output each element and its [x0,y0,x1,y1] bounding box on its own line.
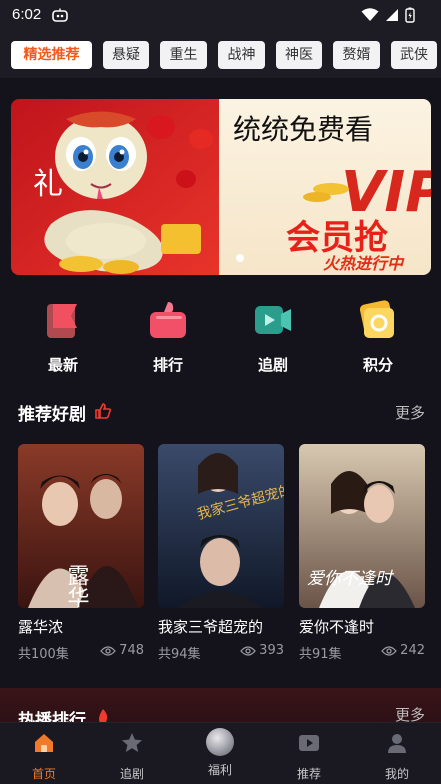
section-title: 推荐好剧 [18,405,86,425]
play-icon [299,735,319,751]
banner-badge: VIP [341,160,431,225]
chip-suspense[interactable]: 悬疑 [103,41,149,69]
tab-label: 追剧 [119,767,144,781]
banner-headline: 统统免费看 [233,113,373,146]
drama-title: 我家三爷超宠的 [158,618,264,636]
drama-title: 爱你不逢时 [299,618,375,636]
eye-icon [240,645,257,656]
promo-banner[interactable]: 礼 统统免费看 VIP 会员抢 火热进行中 [11,99,431,275]
thumbs-up-icon [150,302,186,338]
tab-welfare[interactable]: 福利 [190,728,250,778]
bottom-tab-bar: 首页 追剧 福利 推荐 我的 [0,722,441,784]
tab-home[interactable]: 首页 [14,731,74,782]
view-count: 393 [240,643,284,658]
status-bar: 6:02 [0,0,441,30]
banner-image: 礼 统统免费看 VIP 会员抢 火热进行中 [11,99,431,275]
view-count-value: 393 [259,643,284,658]
game-controller-icon [52,8,68,22]
tab-recommend[interactable]: 推荐 [279,731,339,782]
quick-nav: 最新 排行 追剧 积分 [0,296,441,376]
home-icon [35,734,53,752]
drama-poster: 露华浓 [18,444,144,608]
drama-meta: 共94集 393 [158,643,284,662]
poster-calligraphy: 露华浓 [64,564,90,608]
view-count-value: 748 [119,643,144,658]
drama-card[interactable]: 我家三爷超宠的 我家三爷超宠的 共94集 393 [158,444,284,662]
wifi-icon [361,8,379,21]
drama-meta: 共100集 748 [18,643,144,662]
flag-icon [47,304,77,338]
quick-nav-latest[interactable]: 最新 [23,296,103,375]
tab-label: 推荐 [296,767,321,781]
status-icons [361,7,415,23]
recommended-header: 推荐好剧 更多 [18,400,425,426]
quick-nav-ranking[interactable]: 排行 [128,296,208,375]
battery-icon [405,7,415,23]
poster-calligraphy: 爱你不逢时 [307,569,395,589]
quick-nav-label: 积分 [362,356,393,374]
more-link[interactable]: 更多 [395,402,425,423]
quick-nav-label: 追剧 [257,356,288,374]
eye-icon [381,645,398,656]
drama-meta: 共91集 242 [299,643,425,662]
chip-wuxia[interactable]: 武侠 [391,41,437,69]
quick-nav-follow[interactable]: 追剧 [233,296,313,375]
category-bar: 精选推荐 悬疑 重生 战神 神医 赘婿 武侠 [0,30,441,78]
tab-label: 首页 [31,767,56,781]
drama-title: 露华浓 [18,618,64,636]
signal-icon [386,9,398,21]
eye-icon [100,645,117,656]
coin-icon [359,300,394,338]
user-icon [388,734,406,753]
drama-poster: 我家三爷超宠的 [158,444,284,608]
banner-tag: 火热进行中 [323,254,405,273]
view-count-value: 242 [400,643,425,658]
drama-card[interactable]: 露华浓 露华浓 共100集 748 [18,444,144,662]
tab-follow[interactable]: 追剧 [102,731,162,782]
chip-son-in-law[interactable]: 赘婿 [333,41,380,69]
status-time: 6:02 [12,6,42,23]
drama-poster: 爱你不逢时 [299,444,425,608]
banner-indicator-dot[interactable] [236,254,244,262]
banner-sub: 会员抢 [286,218,389,258]
thumbs-up-icon [95,403,112,419]
quick-nav-label: 最新 [47,356,78,374]
chip-war-god[interactable]: 战神 [218,41,265,69]
quick-nav-points[interactable]: 积分 [338,296,418,375]
episode-count: 共94集 [158,647,201,662]
tab-mine[interactable]: 我的 [367,731,427,782]
chip-featured[interactable]: 精选推荐 [11,41,92,69]
video-icon [255,306,291,334]
quick-nav-label: 排行 [152,356,183,374]
banner-left-text: 礼 [33,167,63,202]
episode-count: 共100集 [18,647,69,662]
view-count: 242 [381,643,425,658]
star-icon [122,733,142,752]
chip-rebirth[interactable]: 重生 [160,41,207,69]
gift-orb-icon [206,728,234,756]
drama-card[interactable]: 爱你不逢时 爱你不逢时 共91集 242 [299,444,425,662]
chip-divine-doctor[interactable]: 神医 [276,41,322,69]
tab-label: 福利 [207,763,232,777]
tab-label: 我的 [384,767,409,781]
episode-count: 共91集 [299,647,342,662]
view-count: 748 [100,643,144,658]
